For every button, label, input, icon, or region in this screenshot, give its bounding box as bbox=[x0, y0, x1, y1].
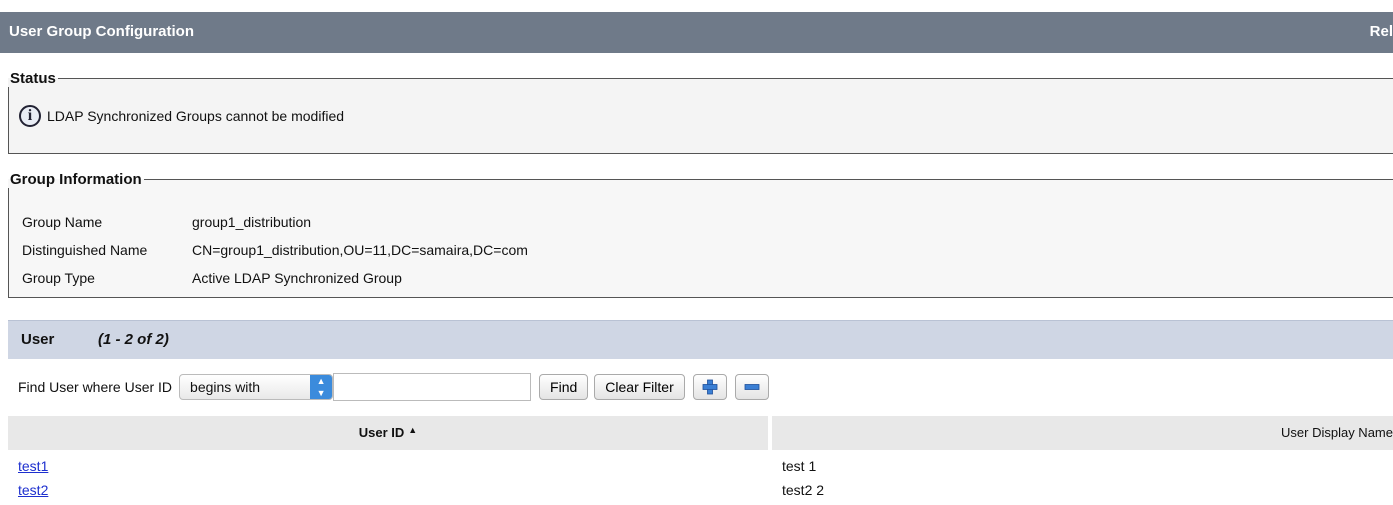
distinguished-name-row: Distinguished Name CN=group1_distributio… bbox=[22, 242, 528, 258]
user-section-header: User (1 - 2 of 2) bbox=[8, 320, 1393, 359]
user-section-count: (1 - 2 of 2) bbox=[98, 331, 169, 348]
remove-filter-button[interactable] bbox=[734, 374, 769, 400]
status-legend: Status bbox=[10, 70, 56, 87]
user-id-link[interactable]: test2 bbox=[18, 482, 48, 498]
user-section-title: User bbox=[21, 331, 55, 348]
user-display-name: test 1 bbox=[782, 458, 817, 474]
header-right-label[interactable]: Rel bbox=[1370, 23, 1393, 40]
group-name-value: group1_distribution bbox=[192, 214, 312, 230]
group-name-label: Group Name bbox=[22, 214, 103, 230]
add-filter-button[interactable] bbox=[692, 374, 727, 400]
find-user-label: Find User where User ID bbox=[18, 379, 173, 395]
match-operator-value: begins with bbox=[190, 379, 261, 395]
info-icon: i bbox=[19, 105, 41, 127]
sort-ascending-icon: ▲ bbox=[408, 425, 418, 435]
column-header-user-display-name[interactable]: User Display Name bbox=[772, 416, 1393, 450]
column-header-user-display-name-label: User Display Name bbox=[1281, 425, 1393, 440]
distinguished-name-label: Distinguished Name bbox=[22, 242, 148, 258]
column-header-user-id-label: User ID bbox=[358, 425, 405, 440]
plus-icon bbox=[702, 379, 718, 395]
status-panel: Status i LDAP Synchronized Groups cannot… bbox=[8, 70, 1393, 154]
user-table-header: User ID ▲ User Display Name bbox=[8, 416, 1393, 450]
match-operator-select[interactable]: begins with ▲ ▼ bbox=[179, 374, 334, 400]
group-information-panel: Group Information Group Name group1_dist… bbox=[8, 171, 1393, 298]
group-name-row: Group Name group1_distribution bbox=[22, 214, 311, 230]
group-type-row: Group Type Active LDAP Synchronized Grou… bbox=[22, 270, 402, 286]
find-user-filter: Find User where User ID begins with ▲ ▼ F… bbox=[18, 372, 769, 402]
group-type-label: Group Type bbox=[22, 270, 95, 286]
find-button[interactable]: Find bbox=[539, 374, 589, 400]
table-row: test2 test2 2 bbox=[8, 480, 1393, 502]
table-row: test1 test 1 bbox=[8, 456, 1393, 478]
distinguished-name-value: CN=group1_distribution,OU=11,DC=samaira,… bbox=[192, 242, 528, 258]
search-input[interactable] bbox=[333, 373, 532, 401]
group-type-value: Active LDAP Synchronized Group bbox=[192, 270, 402, 286]
clear-filter-button[interactable]: Clear Filter bbox=[594, 374, 685, 400]
page-title-bar: User Group Configuration Rel bbox=[0, 12, 1393, 53]
status-message: LDAP Synchronized Groups cannot be modif… bbox=[47, 108, 345, 124]
column-header-user-id[interactable]: User ID ▲ bbox=[8, 416, 768, 450]
user-display-name: test2 2 bbox=[782, 482, 825, 498]
page-title: User Group Configuration bbox=[9, 23, 194, 40]
group-information-legend: Group Information bbox=[10, 171, 142, 188]
select-arrows-icon: ▲ ▼ bbox=[310, 375, 333, 399]
user-id-link[interactable]: test1 bbox=[18, 458, 48, 474]
minus-icon bbox=[744, 384, 760, 390]
